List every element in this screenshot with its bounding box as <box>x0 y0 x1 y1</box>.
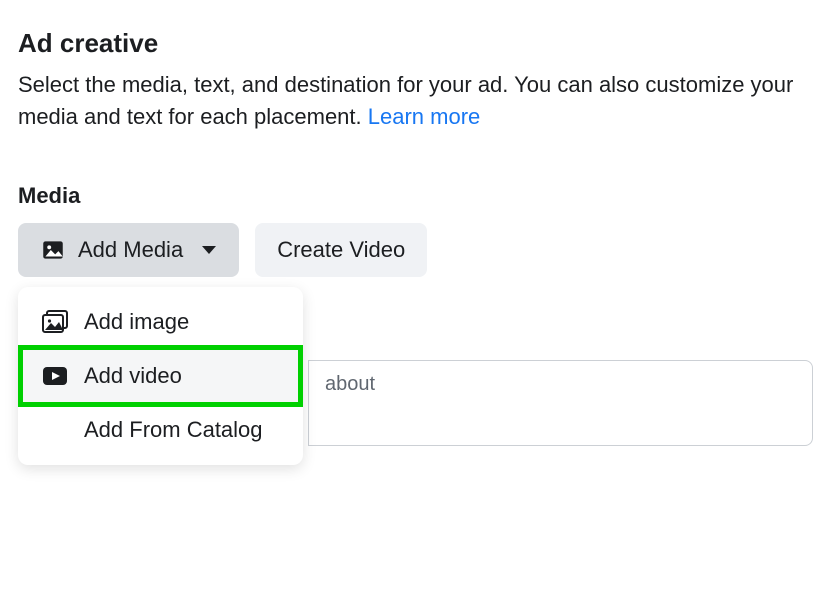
add-media-label: Add Media <box>78 237 183 263</box>
dropdown-item-add-from-catalog[interactable]: Add From Catalog <box>18 403 303 457</box>
video-icon <box>40 365 70 387</box>
media-button-row: Add Media Create Video <box>18 223 802 277</box>
chevron-down-icon <box>201 244 217 256</box>
dropdown-item-add-image[interactable]: Add image <box>18 295 303 349</box>
add-image-label: Add image <box>84 309 189 335</box>
media-label: Media <box>18 183 802 209</box>
add-media-dropdown: Add image Add video Add From Catalog <box>18 287 303 465</box>
section-title: Ad creative <box>18 28 802 59</box>
primary-text-input[interactable]: about <box>308 360 813 446</box>
learn-more-link[interactable]: Learn more <box>368 104 481 129</box>
ad-creative-section: Ad creative Select the media, text, and … <box>18 28 802 277</box>
create-video-label: Create Video <box>277 237 405 263</box>
create-video-button[interactable]: Create Video <box>255 223 427 277</box>
dropdown-item-add-video[interactable]: Add video <box>18 349 303 403</box>
gallery-icon <box>40 309 70 335</box>
add-video-label: Add video <box>84 363 182 389</box>
text-fragment: about <box>325 373 375 395</box>
add-media-button[interactable]: Add Media <box>18 223 239 277</box>
add-from-catalog-label: Add From Catalog <box>84 417 263 443</box>
image-icon <box>40 237 66 263</box>
section-description: Select the media, text, and destination … <box>18 69 798 133</box>
